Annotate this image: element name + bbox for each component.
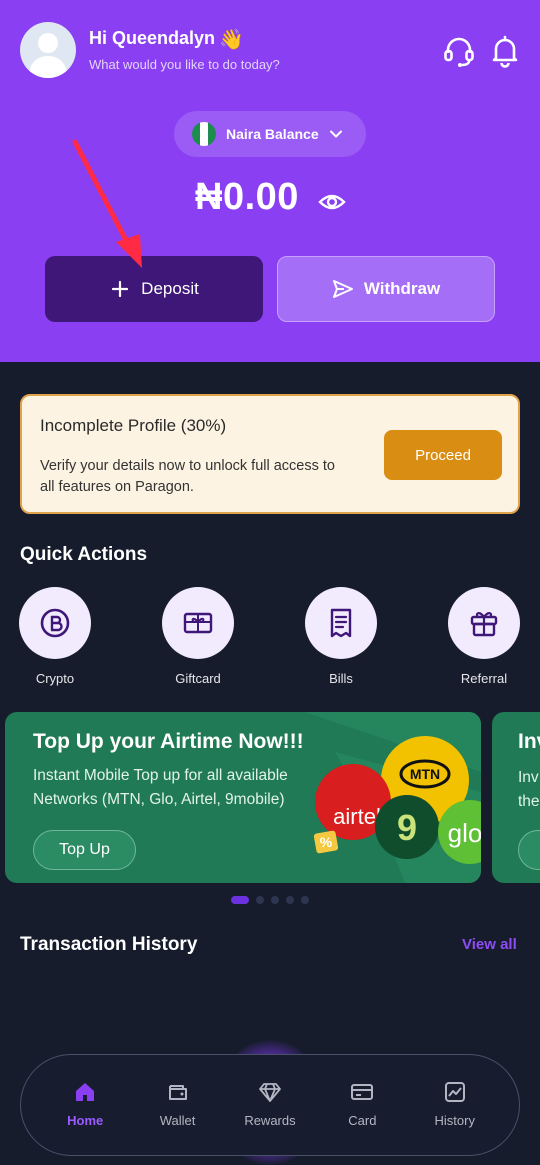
carousel-dot[interactable] — [231, 896, 249, 904]
plus-icon — [112, 280, 129, 298]
home-icon — [76, 1083, 95, 1101]
quick-action-label: Bills — [329, 671, 353, 686]
bell-icon[interactable] — [488, 34, 522, 68]
send-icon — [332, 280, 353, 298]
profile-card-description: Verify your details now to unlock full a… — [40, 458, 335, 495]
next-banner-button[interactable] — [518, 830, 540, 870]
carousel-indicator — [231, 896, 309, 904]
annotation-arrow — [72, 139, 142, 268]
top-up-button[interactable]: Top Up — [33, 830, 136, 870]
profile-card-title: Incomplete Profile (30%) — [40, 416, 227, 435]
gift-box-icon — [470, 612, 498, 637]
wallet-icon — [168, 1085, 187, 1100]
chevron-down-icon — [329, 130, 342, 138]
nav-label: History — [434, 1113, 475, 1128]
support-headset-icon[interactable] — [442, 34, 476, 68]
carousel-dot[interactable] — [256, 896, 264, 904]
nav-item-wallet[interactable]: Wallet — [138, 1080, 218, 1130]
currency-label: Naira Balance — [226, 126, 319, 142]
next-banner-text: Inv the — [518, 769, 540, 810]
network-logos-illustration: MTN airtel 9 glo % — [313, 736, 481, 864]
carousel-dot[interactable] — [301, 896, 309, 904]
giftcard-icon — [183, 612, 213, 634]
balance-header: Hi Queendalyn 👋 What would you like to d… — [0, 0, 540, 362]
diamond-icon — [259, 1083, 281, 1102]
carousel-dot[interactable] — [271, 896, 279, 904]
next-promo-banner[interactable]: Inv Inv the — [492, 712, 540, 883]
balance-amount: ₦0.00 — [195, 176, 299, 218]
withdraw-label: Withdraw — [363, 279, 441, 298]
quick-action-referral[interactable]: Referral — [436, 587, 532, 686]
user-avatar-icon — [28, 33, 68, 78]
carousel-dot[interactable] — [286, 896, 294, 904]
currency-selector[interactable]: Naira Balance — [174, 111, 366, 157]
greeting-subtitle: What would you like to do today? — [89, 57, 280, 72]
glo-logo: glo — [448, 818, 481, 848]
nav-label: Rewards — [244, 1113, 296, 1128]
quick-actions-title: Quick Actions — [20, 544, 148, 565]
crypto-coin-icon — [40, 608, 70, 638]
nav-label: Home — [67, 1113, 104, 1128]
chart-icon — [444, 1082, 465, 1102]
banner-text: Instant Mobile Top up for all available … — [33, 767, 288, 808]
quick-action-giftcard[interactable]: Giftcard — [150, 587, 246, 686]
greeting-text: Hi Queendalyn — [89, 28, 216, 48]
view-all-link[interactable]: View all — [462, 936, 517, 953]
deposit-label: Deposit — [141, 279, 199, 298]
withdraw-button[interactable]: Withdraw — [277, 256, 495, 322]
proceed-button[interactable]: Proceed — [384, 430, 502, 480]
nav-item-card[interactable]: Card — [322, 1080, 402, 1130]
nav-item-history[interactable]: History — [415, 1080, 495, 1130]
quick-action-label: Giftcard — [175, 671, 221, 686]
quick-action-bills[interactable]: Bills — [293, 587, 389, 686]
mtn-logo: MTN — [410, 766, 440, 782]
avatar[interactable] — [20, 22, 76, 78]
deposit-button[interactable]: Deposit — [45, 256, 263, 322]
airtel-logo: airtel — [333, 804, 381, 829]
svg-text:%: % — [320, 834, 333, 850]
banner-title: Top Up your Airtime Now!!! — [33, 730, 304, 753]
quick-action-crypto[interactable]: Crypto — [7, 587, 103, 686]
credit-card-icon — [351, 1084, 374, 1100]
nav-label: Card — [348, 1113, 377, 1128]
quick-action-label: Crypto — [35, 671, 75, 686]
nigeria-flag-icon — [192, 122, 216, 146]
wave-emoji: 👋 — [219, 29, 244, 51]
airtime-promo-banner[interactable]: Top Up your Airtime Now!!! Instant Mobil… — [5, 712, 481, 883]
9mobile-logo: 9 — [397, 807, 417, 848]
nav-item-rewards[interactable]: Rewards — [230, 1080, 310, 1130]
transaction-history-title: Transaction History — [20, 934, 198, 955]
bills-receipt-icon — [330, 608, 352, 638]
quick-action-label: Referral — [460, 671, 508, 686]
eye-icon[interactable] — [318, 191, 346, 213]
nav-item-home[interactable]: Home — [45, 1080, 125, 1130]
incomplete-profile-card: Incomplete Profile (30%) Verify your det… — [20, 394, 520, 514]
nav-label: Wallet — [159, 1113, 196, 1128]
next-banner-title: Inv — [518, 730, 540, 753]
bottom-navigation: Home Wallet Rewards Card History — [20, 1054, 520, 1156]
